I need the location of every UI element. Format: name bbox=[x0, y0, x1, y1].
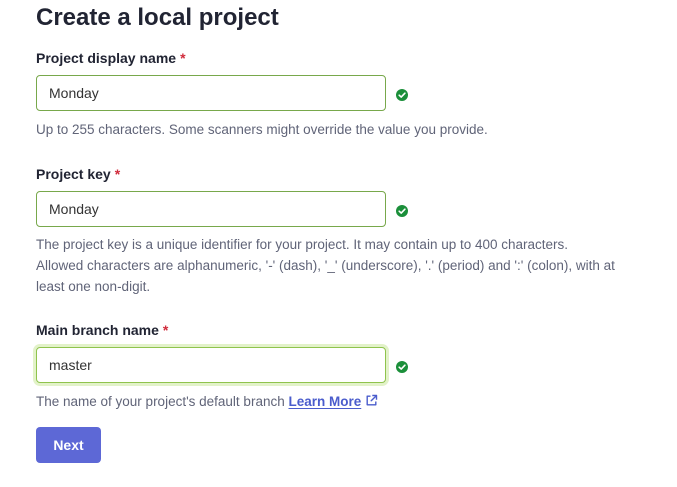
main-branch-label: Main branch name * bbox=[36, 321, 168, 339]
main-branch-help-text: The name of your project's default branc… bbox=[36, 394, 285, 409]
project-key-label: Project key * bbox=[36, 165, 120, 183]
display-name-help: Up to 255 characters. Some scanners migh… bbox=[36, 119, 676, 140]
required-marker: * bbox=[114, 166, 121, 182]
main-branch-label-text: Main branch name bbox=[36, 322, 159, 338]
project-key-field[interactable] bbox=[36, 191, 386, 227]
project-key-label-text: Project key bbox=[36, 166, 111, 182]
page-title: Create a local project bbox=[36, 4, 279, 31]
required-marker: * bbox=[180, 50, 186, 66]
display-name-field[interactable] bbox=[36, 75, 386, 111]
check-circle-icon bbox=[396, 89, 408, 101]
external-link-icon bbox=[366, 394, 378, 406]
display-name-label-text: Project display name bbox=[36, 50, 177, 66]
main-branch-help: The name of your project's default branc… bbox=[36, 391, 676, 412]
learn-more-label: Learn More bbox=[288, 394, 362, 409]
check-circle-icon bbox=[396, 205, 408, 217]
check-circle-icon bbox=[396, 361, 408, 373]
main-branch-field[interactable] bbox=[36, 347, 386, 383]
main-branch-help-line: The name of your project's default branc… bbox=[36, 391, 676, 412]
main-branch-input[interactable] bbox=[37, 348, 385, 382]
project-key-help-line: The project key is a unique identifier f… bbox=[36, 237, 569, 252]
project-key-help-line: Allowed characters are alphanumeric, '-'… bbox=[36, 258, 615, 273]
project-key-help: The project key is a unique identifier f… bbox=[36, 234, 676, 297]
project-key-input[interactable] bbox=[37, 192, 385, 226]
learn-more-link[interactable]: Learn More bbox=[288, 394, 378, 409]
display-name-input[interactable] bbox=[37, 76, 385, 110]
next-button[interactable]: Next bbox=[36, 427, 101, 463]
project-key-help-line: least one non-digit. bbox=[36, 279, 151, 294]
required-marker: * bbox=[162, 322, 169, 338]
display-name-label: Project display name * bbox=[36, 49, 186, 67]
display-name-help-text: Up to 255 characters. Some scanners migh… bbox=[36, 122, 488, 137]
